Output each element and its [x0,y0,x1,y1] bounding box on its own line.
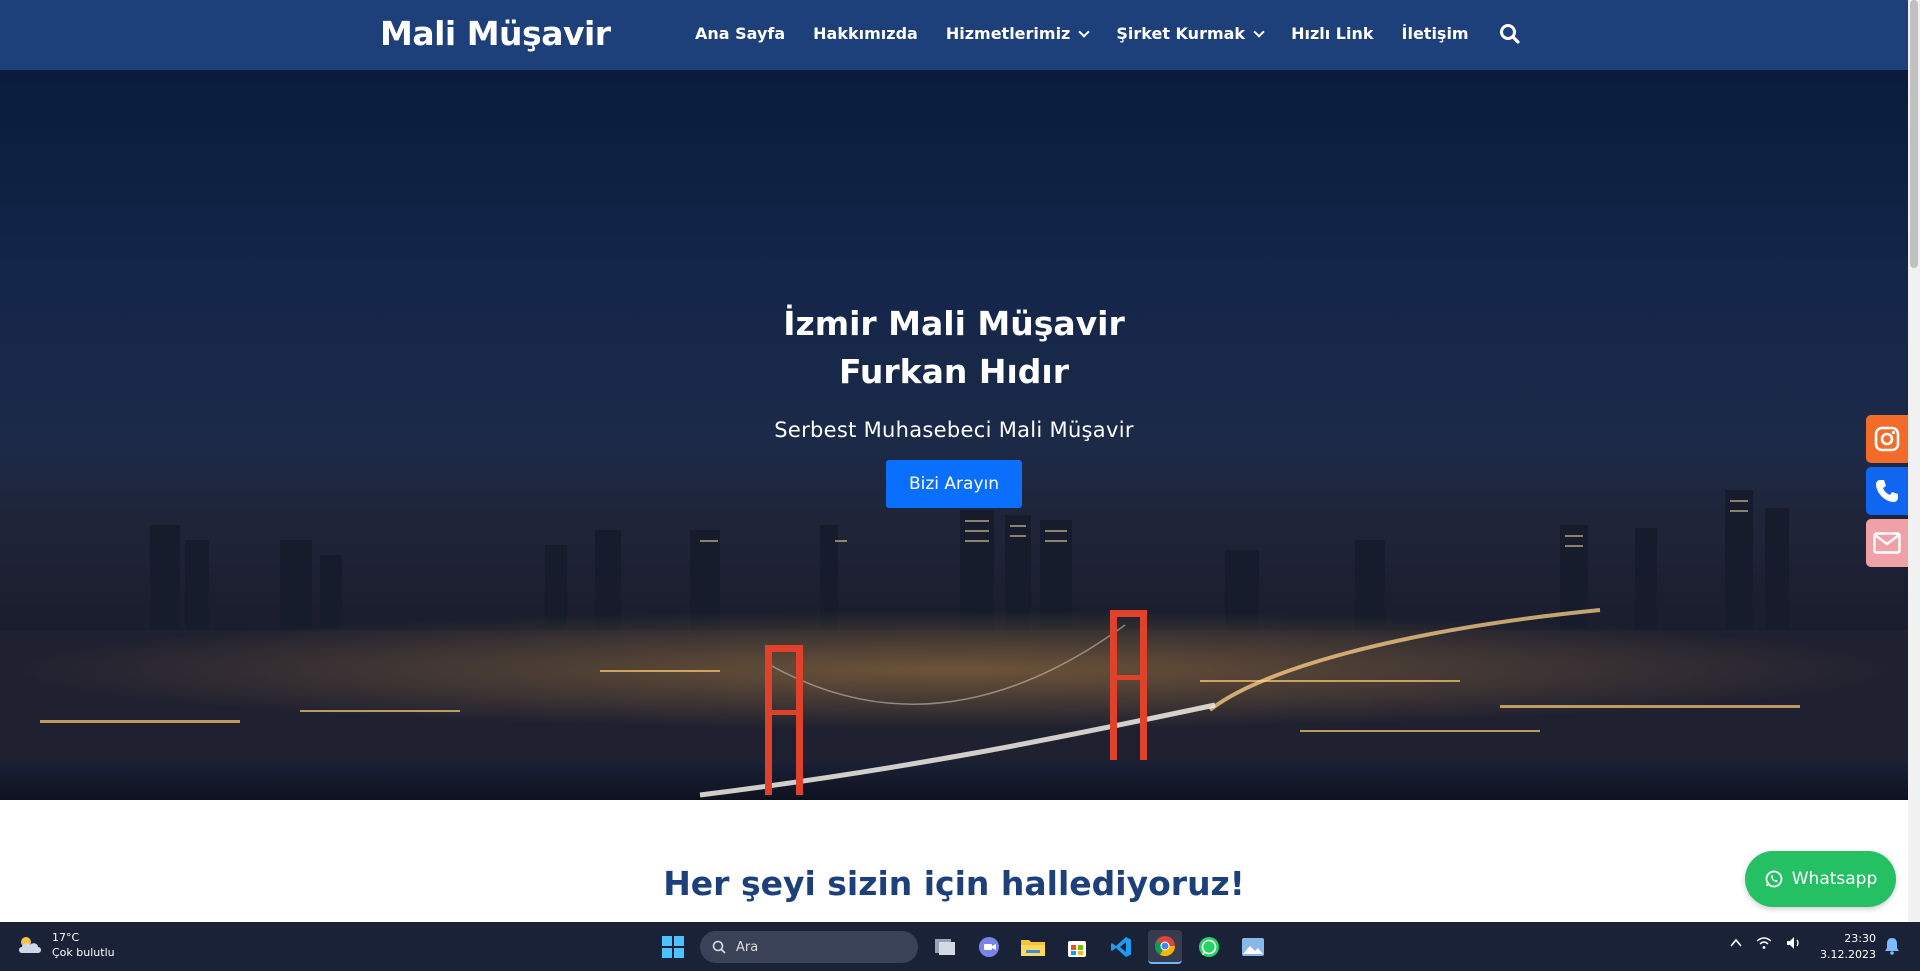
taskbar-whatsapp-app[interactable] [1192,930,1226,964]
page-scrollbar[interactable] [1908,0,1920,922]
taskbar-vscode-app[interactable] [1104,930,1138,964]
call-us-button[interactable]: Bizi Arayın [885,460,1023,508]
taskbar-teams-app[interactable] [972,930,1006,964]
windows-start-icon [662,936,684,958]
hero-title-line1: İzmir Mali Müşavir [783,304,1125,343]
mail-icon [1873,532,1901,554]
system-tray [1730,936,1802,950]
brand-logo[interactable]: Mali Müşavir [380,14,611,53]
taskbar-store-app[interactable] [1060,930,1094,964]
cloudy-weather-icon [19,937,41,953]
hero-title-line2: Furkan Hıdır [838,352,1069,391]
scrollbar-thumb[interactable] [1910,0,1918,268]
vscode-icon [1111,937,1131,957]
files-icon [935,939,955,955]
search-icon [712,940,726,954]
chrome-icon [1154,936,1176,957]
whatsapp-icon [1199,937,1219,957]
nav-label: Hizmetlerimiz [945,24,1071,43]
weather-temp: 17°C [52,931,80,944]
section-title: Her şeyi sizin için hallediyoruz! [663,864,1245,903]
clock-time: 23:30 [1844,932,1876,945]
wifi-icon[interactable] [1756,936,1772,950]
main-nav: Ana Sayfa Hakkımızda Hizmetlerimiz Şirke… [695,24,1469,43]
taskbar-clock[interactable]: 23:30 3.12.2023 [1818,931,1876,963]
file-explorer-icon [1021,940,1045,956]
nav-item-hakkimizda[interactable]: Hakkımızda [813,24,918,43]
taskbar-explorer-app[interactable] [1016,930,1050,964]
instagram-icon [1874,426,1900,452]
nav-label: Hızlı Link [1291,24,1374,43]
instagram-button[interactable] [1866,415,1908,463]
taskbar-chrome-app[interactable] [1148,930,1182,964]
os-taskbar: 17°C Çok bulutlu Ara 23:30 3.12.2023 [0,922,1920,971]
whatsapp-icon [1765,870,1783,888]
notification-bell-icon[interactable] [1884,937,1900,959]
store-icon [1068,941,1086,957]
hero-content: İzmir Mali Müşavir Furkan Hıdır Serbest … [0,300,1908,508]
volume-icon[interactable] [1786,936,1802,950]
nav-item-hizli-link[interactable]: Hızlı Link [1291,24,1373,43]
nav-label: Ana Sayfa [695,24,786,43]
weather-description: Çok bulutlu [52,946,115,959]
nav-label: İletişim [1401,24,1469,43]
whatsapp-label: Whatsapp [1791,869,1878,889]
teams-icon [979,937,999,957]
nav-item-hizmetlerimiz[interactable]: Hizmetlerimiz [945,24,1091,43]
nav-item-ana-sayfa[interactable]: Ana Sayfa [695,24,785,43]
taskbar-photos-app[interactable] [1236,930,1270,964]
chevron-up-icon[interactable] [1730,938,1742,948]
start-button[interactable] [656,930,690,964]
nav-item-iletisim[interactable]: İletişim [1402,24,1469,43]
taskbar-search[interactable]: Ara [700,931,918,963]
phone-button[interactable] [1866,467,1908,515]
photos-icon [1242,938,1264,956]
nav-label: Hakkımızda [813,24,918,43]
clock-date: 3.12.2023 [1820,948,1876,961]
hero-title: İzmir Mali Müşavir Furkan Hıdır [0,300,1908,396]
search-icon[interactable] [1498,22,1522,46]
taskbar-files-app[interactable] [928,930,962,964]
hero-banner: İzmir Mali Müşavir Furkan Hıdır Serbest … [0,70,1908,800]
taskbar-apps: Ara [656,930,1270,964]
nav-label: Şirket Kurmak [1116,24,1246,43]
taskbar-search-placeholder: Ara [736,939,759,955]
nav-item-sirket-kurmak[interactable]: Şirket Kurmak [1116,24,1265,43]
weather-widget[interactable]: 17°C Çok bulutlu [16,930,115,960]
chevron-down-icon [1253,25,1265,38]
top-navbar: Mali Müşavir Ana Sayfa Hakkımızda Hizmet… [0,0,1908,70]
hero-subtitle: Serbest Muhasebeci Mali Müşavir [774,418,1134,442]
phone-icon [1876,480,1898,502]
chevron-down-icon [1078,25,1091,38]
whatsapp-button[interactable]: Whatsapp [1745,851,1896,907]
mail-button[interactable] [1866,519,1908,567]
